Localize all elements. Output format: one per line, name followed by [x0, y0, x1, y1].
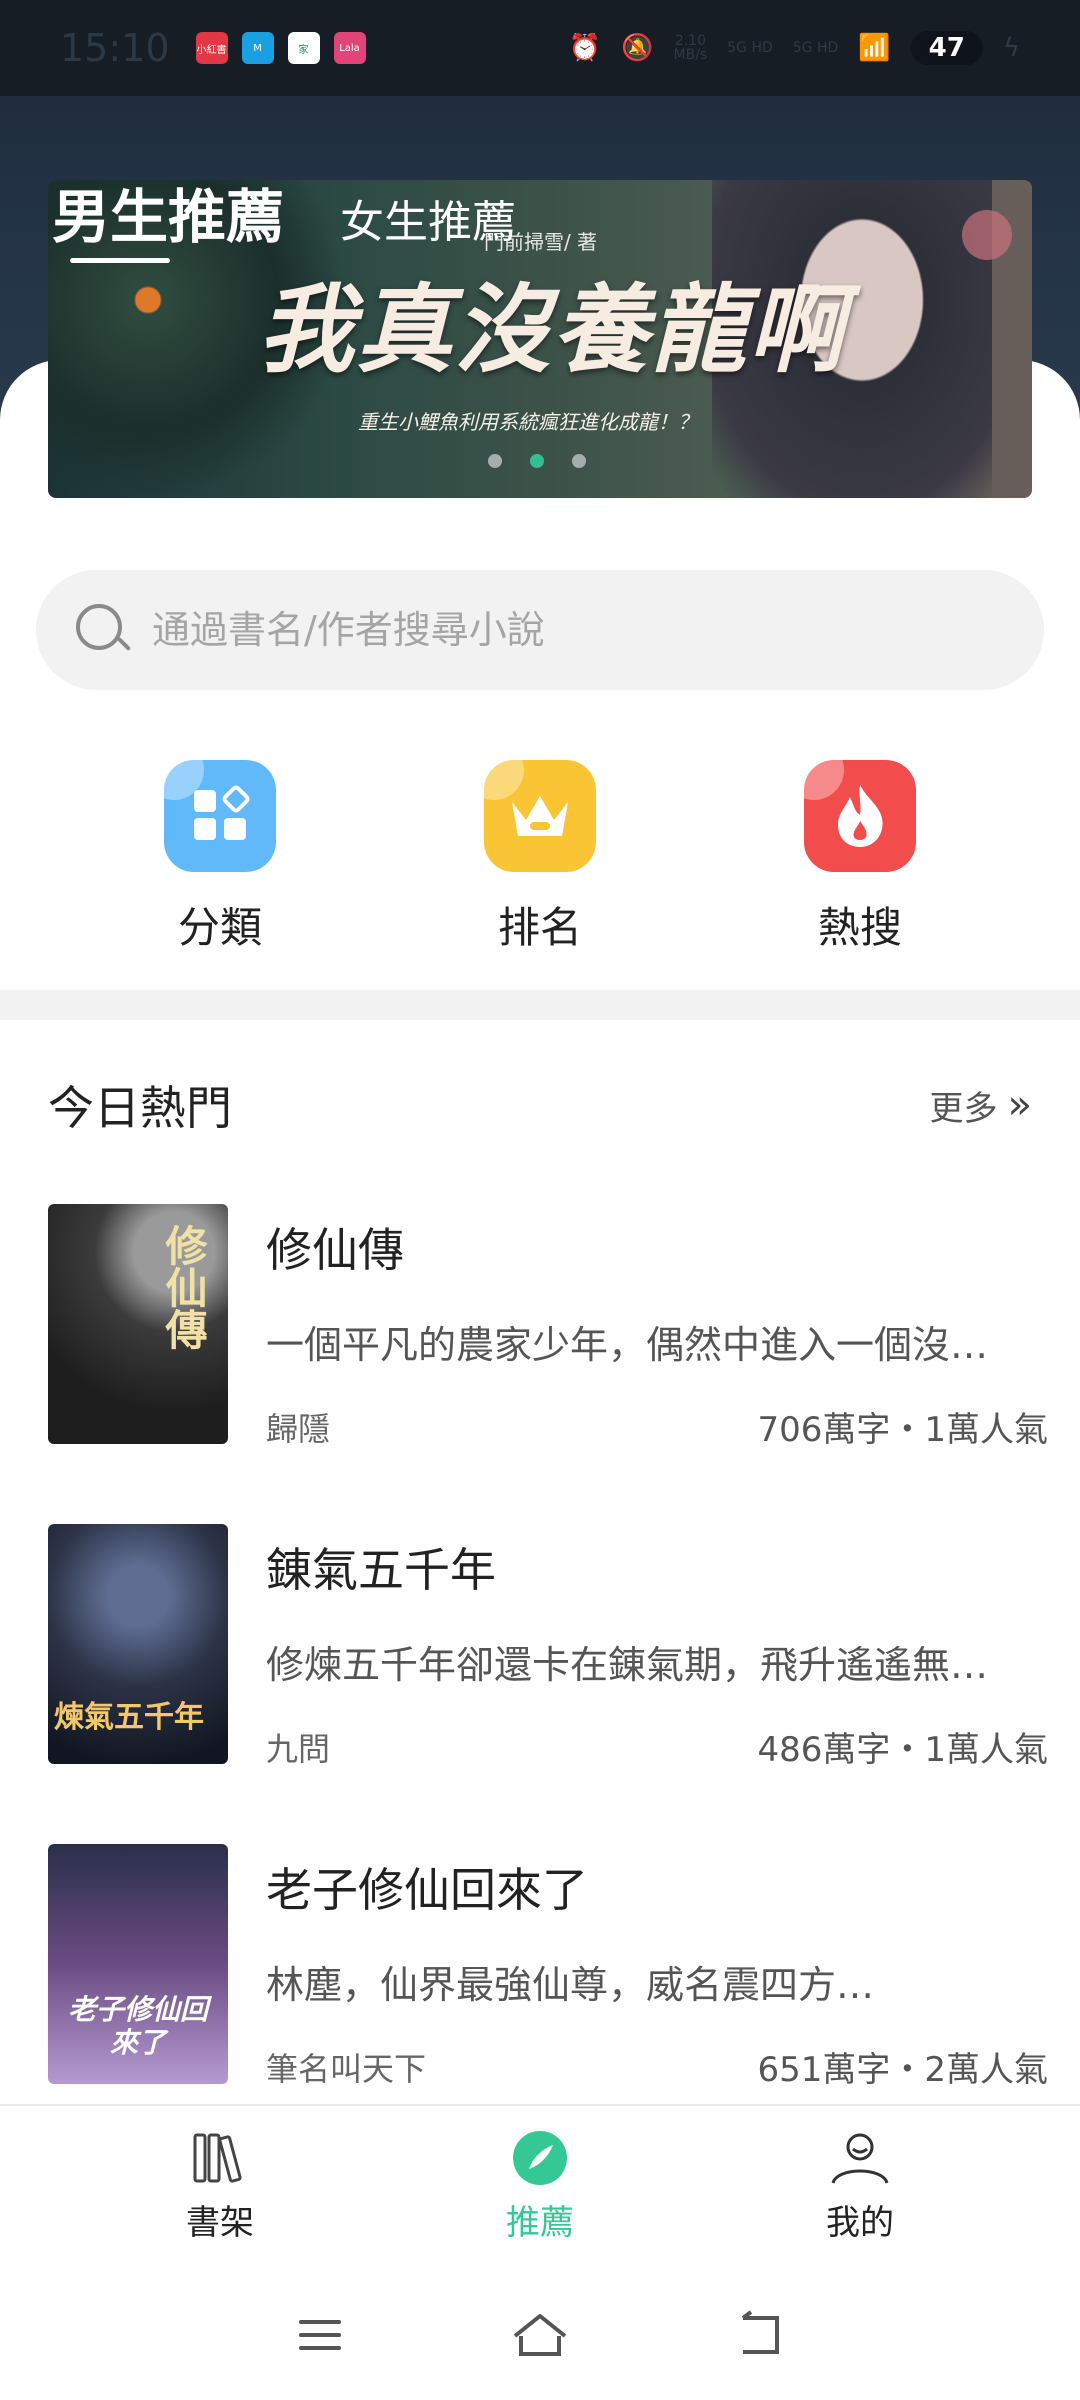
- signal-1: 5G HD: [727, 40, 773, 56]
- ranking-label: 排名: [497, 903, 582, 952]
- book-stats: 706萬字・1萬人氣: [757, 1410, 1048, 1450]
- section-divider: [0, 990, 1080, 1020]
- section-header: 今日熱門 更多 »: [48, 1072, 1032, 1138]
- banner-pagination[interactable]: [488, 454, 586, 468]
- book-title: 錬氣五千年: [266, 1543, 496, 1597]
- category-label: 分類: [177, 903, 262, 952]
- flame-icon: [804, 760, 916, 872]
- search-bar[interactable]: [36, 570, 1044, 690]
- hot-search-button[interactable]: 熱搜: [760, 760, 960, 955]
- book-description: 林塵，仙界最強仙尊，威名震四方…: [266, 1963, 875, 2007]
- active-tab-indicator: [70, 258, 170, 263]
- profile-icon: [831, 2133, 889, 2184]
- book-description: 修煉五千年卻還卡在錬氣期，飛升遙遙無…: [266, 1643, 989, 1687]
- book-stats: 651萬字・2萬人氣: [757, 2050, 1048, 2090]
- nav-label: 書架: [186, 2202, 254, 2243]
- hot-search-label: 熱搜: [817, 903, 902, 952]
- status-app-icons: 小紅書 M 家 Lala: [195, 32, 366, 64]
- charging-icon: ϟ: [1002, 33, 1020, 63]
- gender-tabs: 男生推薦 女生推薦: [52, 170, 516, 254]
- home-app-icon: 家: [287, 32, 320, 64]
- tab-male-recommend[interactable]: 男生推薦: [52, 170, 284, 254]
- wifi-icon: 📶: [858, 33, 891, 63]
- status-indicators: ⏰ 🔕 2.10 MB/s 5G HD 5G HD 📶 47 ϟ: [569, 31, 1020, 65]
- book-description: 一個平凡的農家少年，偶然中進入一個沒…: [266, 1323, 989, 1367]
- xiaohongshu-icon: 小紅書: [195, 32, 228, 64]
- menu-icon[interactable]: [285, 2300, 355, 2370]
- cover-title: 煉氣五千年: [54, 1700, 204, 1735]
- list-item[interactable]: 老子修仙回來了 老子修仙回來了 林塵，仙界最強仙尊，威名震四方… 筆名叫天下 6…: [48, 1844, 1048, 2090]
- book-stats: 486萬字・1萬人氣: [757, 1730, 1048, 1770]
- category-icon: [164, 760, 276, 872]
- signal-2: 5G HD: [792, 40, 839, 56]
- cover-title: 老子修仙回來了: [67, 1992, 208, 2060]
- bookshelf-icon: [193, 2133, 242, 2183]
- battery-level: 47: [910, 31, 983, 65]
- double-chevron-right-icon: »: [1007, 1082, 1032, 1128]
- mute-icon: 🔕: [621, 33, 654, 63]
- book-cover: 煉氣五千年: [48, 1524, 228, 1764]
- lala-app-icon: Lala: [333, 32, 366, 64]
- category-button[interactable]: 分類: [120, 760, 320, 955]
- home-icon[interactable]: [505, 2300, 575, 2370]
- book-title: 老子修仙回來了: [266, 1863, 588, 1917]
- book-author: 九問: [266, 1730, 331, 1768]
- nav-profile[interactable]: 我的: [760, 2127, 960, 2244]
- ranking-button[interactable]: 排名: [440, 760, 640, 955]
- tab-female-recommend[interactable]: 女生推薦: [340, 186, 516, 250]
- book-title: 修仙傳: [266, 1223, 404, 1277]
- status-bar: 15:10 小紅書 M 家 Lala ⏰ 🔕 2.10 MB/s 5G HD 5…: [0, 0, 1080, 96]
- crown-icon: [484, 760, 596, 872]
- banner-title: 我真沒養龍啊: [258, 273, 846, 386]
- section-title: 今日熱門: [48, 1081, 232, 1135]
- banner-dot[interactable]: [572, 454, 586, 468]
- more-button[interactable]: 更多 »: [930, 1081, 1032, 1130]
- nav-label-active: 推薦: [506, 2202, 574, 2243]
- book-author: 歸隱: [266, 1410, 331, 1448]
- search-icon: [74, 602, 132, 658]
- book-author: 筆名叫天下: [266, 2050, 427, 2088]
- more-label: 更多: [929, 1088, 998, 1129]
- banner-dot[interactable]: [488, 454, 502, 468]
- list-item[interactable]: 修仙傳 修仙傳 一個平凡的農家少年，偶然中進入一個沒… 歸隱 706萬字・1萬人…: [48, 1204, 1048, 1450]
- net-speed: 2.10 MB/s: [673, 33, 708, 63]
- nav-recommend[interactable]: 推薦: [440, 2127, 640, 2244]
- status-time: 15:10: [60, 26, 170, 70]
- banner-flower-art: [962, 210, 1012, 260]
- bottom-navigation: 書架 推薦 我的: [0, 2104, 1080, 2264]
- recommend-icon: [513, 2130, 567, 2185]
- book-info: 修仙傳 一個平凡的農家少年，偶然中進入一個沒… 歸隱 706萬字・1萬人氣: [266, 1204, 1048, 1450]
- cover-title: 修仙傳: [159, 1224, 208, 1350]
- back-icon[interactable]: [725, 2300, 795, 2370]
- search-input[interactable]: [152, 608, 972, 652]
- system-navigation: [0, 2270, 1080, 2400]
- book-info: 錬氣五千年 修煉五千年卻還卡在錬氣期，飛升遙遙無… 九問 486萬字・1萬人氣: [266, 1524, 1048, 1770]
- book-cover: 修仙傳: [48, 1204, 228, 1444]
- list-item[interactable]: 煉氣五千年 錬氣五千年 修煉五千年卻還卡在錬氣期，飛升遙遙無… 九問 486萬字…: [48, 1524, 1048, 1770]
- banner-subtitle: 重生小鯉魚利用系統瘋狂進化成龍！？: [358, 410, 698, 434]
- alarm-icon: ⏰: [568, 33, 602, 63]
- quick-actions: 分類 排名 熱搜: [0, 760, 1080, 955]
- nav-bookshelf[interactable]: 書架: [120, 2127, 320, 2244]
- book-cover: 老子修仙回來了: [48, 1844, 228, 2084]
- nav-label: 我的: [826, 2202, 894, 2243]
- app-m-icon: M: [241, 32, 274, 64]
- book-info: 老子修仙回來了 林塵，仙界最強仙尊，威名震四方… 筆名叫天下 651萬字・2萬人…: [266, 1844, 1048, 2090]
- banner-dot-active[interactable]: [530, 454, 544, 468]
